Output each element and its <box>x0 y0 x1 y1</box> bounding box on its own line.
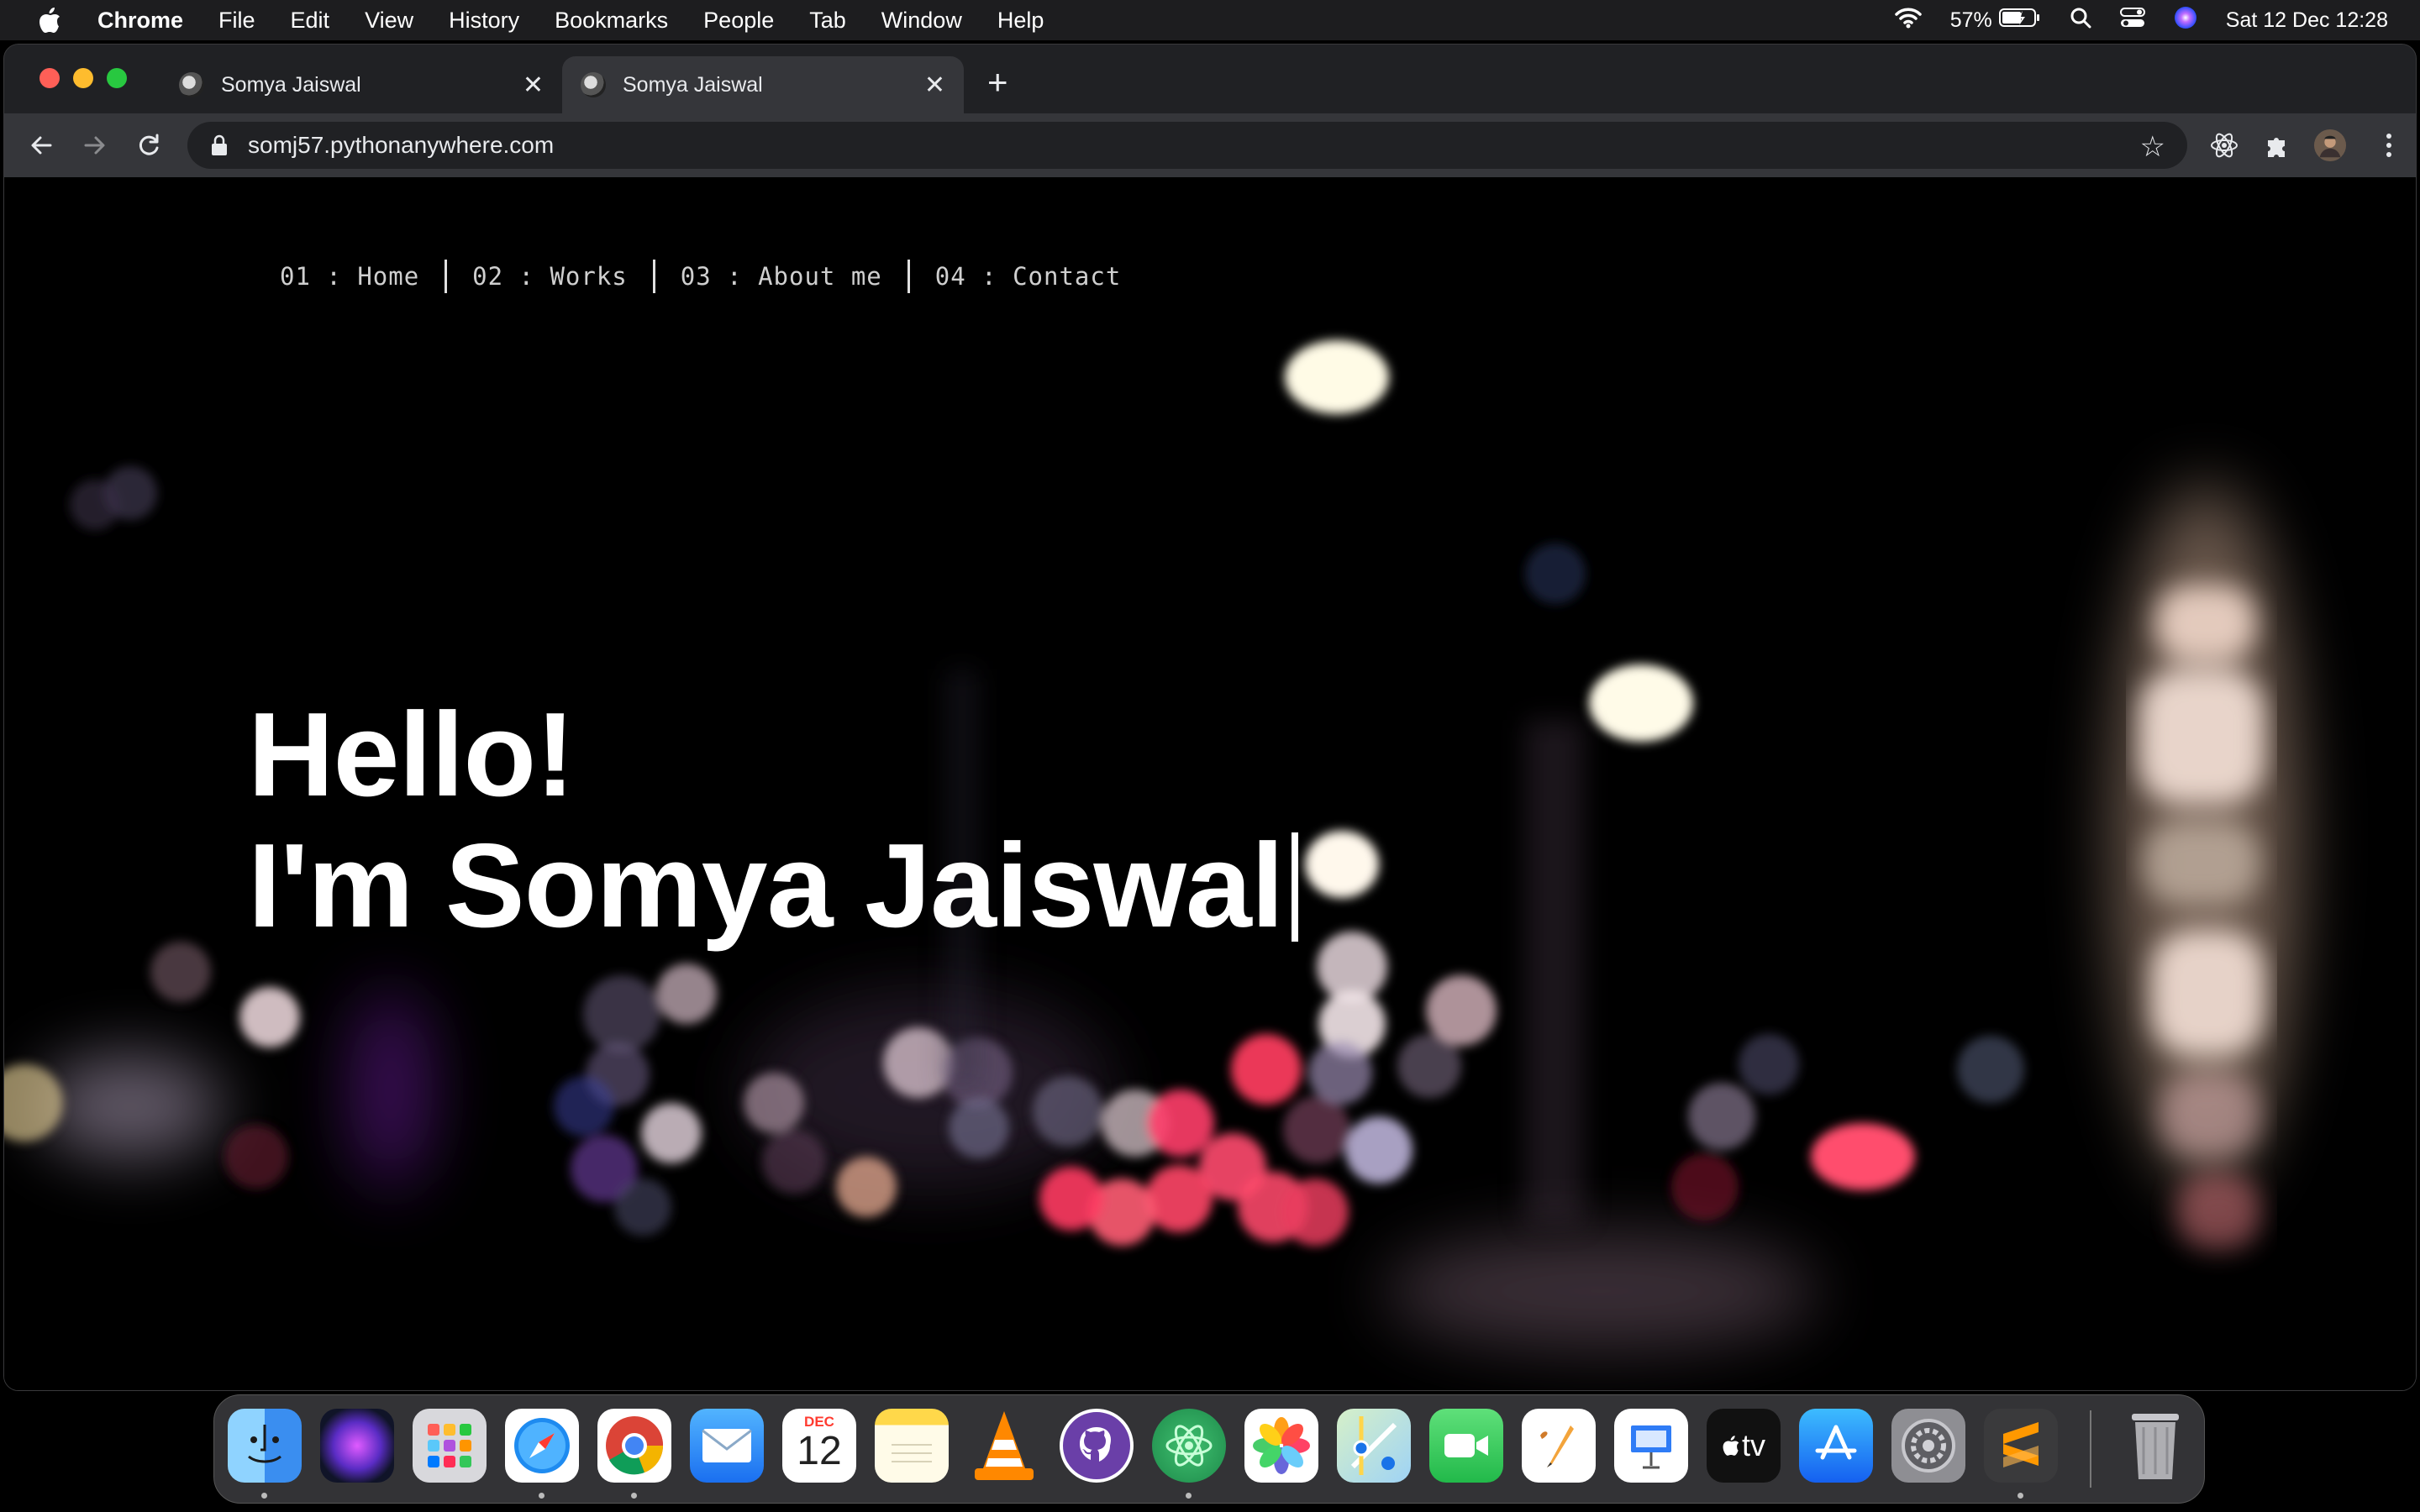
spotlight-search-icon[interactable] <box>2070 7 2091 34</box>
tab-title: Somya Jaiswal <box>623 72 763 97</box>
chrome-menu-icon[interactable] <box>2372 129 2406 162</box>
tab-close-icon[interactable]: ✕ <box>924 71 945 100</box>
battery-status[interactable]: 57% <box>1950 8 2041 34</box>
new-tab-button[interactable]: + <box>987 65 1008 100</box>
window-zoom-button[interactable] <box>107 68 127 88</box>
photos-icon[interactable] <box>1244 1409 1318 1483</box>
siri-icon[interactable] <box>2174 6 2197 35</box>
menu-help[interactable]: Help <box>997 8 1044 34</box>
atom-icon[interactable] <box>1152 1409 1226 1483</box>
github-desktop-icon[interactable] <box>1060 1409 1134 1483</box>
url-text[interactable]: somj57.pythonanywhere.com <box>248 132 554 159</box>
menu-view[interactable]: View <box>365 8 413 34</box>
calendar-day: 12 <box>797 1429 842 1473</box>
hero-name: I'm Somya Jaiswal <box>248 819 1284 953</box>
pages-icon[interactable] <box>1522 1409 1596 1483</box>
battery-percent: 57% <box>1949 8 1992 32</box>
reload-button[interactable] <box>132 129 166 162</box>
menu-history[interactable]: History <box>449 8 519 34</box>
back-button[interactable] <box>24 129 58 162</box>
menu-file[interactable]: File <box>218 8 255 34</box>
bookmark-star-icon[interactable]: ☆ <box>2140 130 2165 164</box>
apple-tv-icon[interactable]: tv <box>1707 1409 1781 1483</box>
launchpad-icon[interactable] <box>413 1409 487 1483</box>
window-minimize-button[interactable] <box>73 68 93 88</box>
hero-greeting: Hello! <box>248 688 575 822</box>
safari-icon[interactable] <box>505 1409 579 1483</box>
nav-contact-link[interactable]: 04 : Contact <box>910 262 1147 291</box>
tab-title: Somya Jaiswal <box>221 72 361 97</box>
chrome-icon[interactable] <box>597 1409 671 1483</box>
menu-bookmarks[interactable]: Bookmarks <box>555 8 668 34</box>
control-center-icon[interactable] <box>2119 7 2145 34</box>
browser-window: Somya Jaiswal ✕ Somya Jaiswal ✕ + somj57… <box>3 44 2417 1391</box>
finder-icon[interactable] <box>228 1409 302 1483</box>
window-close-button[interactable] <box>39 68 60 88</box>
trash-icon[interactable] <box>2118 1409 2192 1483</box>
mail-icon[interactable] <box>690 1409 764 1483</box>
running-indicator <box>1186 1493 1192 1499</box>
maps-icon[interactable] <box>1337 1409 1411 1483</box>
battery-icon <box>1998 8 2041 34</box>
notes-icon[interactable] <box>875 1409 949 1483</box>
react-devtools-extension-icon[interactable] <box>2207 129 2241 162</box>
siri-icon[interactable] <box>320 1409 394 1483</box>
site-favicon-icon <box>581 72 606 97</box>
tab-close-icon[interactable]: ✕ <box>523 71 544 100</box>
running-indicator <box>261 1493 267 1499</box>
menu-app-name[interactable]: Chrome <box>97 8 183 34</box>
facetime-icon[interactable] <box>1429 1409 1503 1483</box>
tab-somya-jaiswal-2[interactable]: Somya Jaiswal ✕ <box>562 56 964 113</box>
extensions-puzzle-icon[interactable] <box>2261 129 2295 162</box>
running-indicator <box>631 1493 637 1499</box>
web-page: 01 : Home 02 : Works 03 : About me 04 : … <box>4 177 2416 1390</box>
hero-name-line: I'm Somya Jaiswal <box>248 819 1299 953</box>
menu-tab[interactable]: Tab <box>809 8 846 34</box>
app-store-icon[interactable] <box>1799 1409 1873 1483</box>
site-favicon-icon <box>179 72 204 97</box>
calendar-month: DEC <box>804 1414 834 1430</box>
menu-people[interactable]: People <box>703 8 774 34</box>
tab-strip: Somya Jaiswal ✕ Somya Jaiswal ✕ + <box>4 45 2416 113</box>
menu-edit[interactable]: Edit <box>291 8 330 34</box>
macos-dock: DEC 12 tv <box>213 1394 2205 1504</box>
lock-icon[interactable] <box>211 134 228 156</box>
sublime-text-icon[interactable] <box>1984 1409 2058 1483</box>
hero-heading: Hello! I'm Somya Jaiswal <box>248 688 1299 953</box>
menubar-datetime[interactable]: Sat 12 Dec 12:28 <box>2226 8 2388 33</box>
nav-about-link[interactable]: 03 : About me <box>655 262 908 291</box>
keynote-icon[interactable] <box>1614 1409 1688 1483</box>
macos-menu-bar: Chrome File Edit View History Bookmarks … <box>0 0 2420 40</box>
browser-toolbar: somj57.pythonanywhere.com ☆ <box>4 113 2416 177</box>
menu-window[interactable]: Window <box>881 8 962 34</box>
site-nav: 01 : Home 02 : Works 03 : About me 04 : … <box>280 260 1146 293</box>
address-bar[interactable]: somj57.pythonanywhere.com ☆ <box>187 122 2187 169</box>
tab-somya-jaiswal-1[interactable]: Somya Jaiswal ✕ <box>160 56 562 113</box>
calendar-icon[interactable]: DEC 12 <box>782 1409 856 1483</box>
vlc-icon[interactable] <box>967 1409 1041 1483</box>
nav-works-link[interactable]: 02 : Works <box>447 262 653 291</box>
apple-menu-icon[interactable] <box>35 7 64 34</box>
typing-cursor <box>1292 832 1299 942</box>
apple-tv-label: tv <box>1741 1428 1765 1462</box>
dock-divider <box>2090 1410 2091 1488</box>
nav-home-link[interactable]: 01 : Home <box>280 262 445 291</box>
system-preferences-icon[interactable] <box>1891 1409 1965 1483</box>
forward-button[interactable] <box>78 129 112 162</box>
running-indicator <box>539 1493 544 1499</box>
wifi-icon[interactable] <box>1895 7 1922 34</box>
running-indicator <box>2018 1493 2023 1499</box>
profile-avatar[interactable] <box>2313 129 2347 162</box>
